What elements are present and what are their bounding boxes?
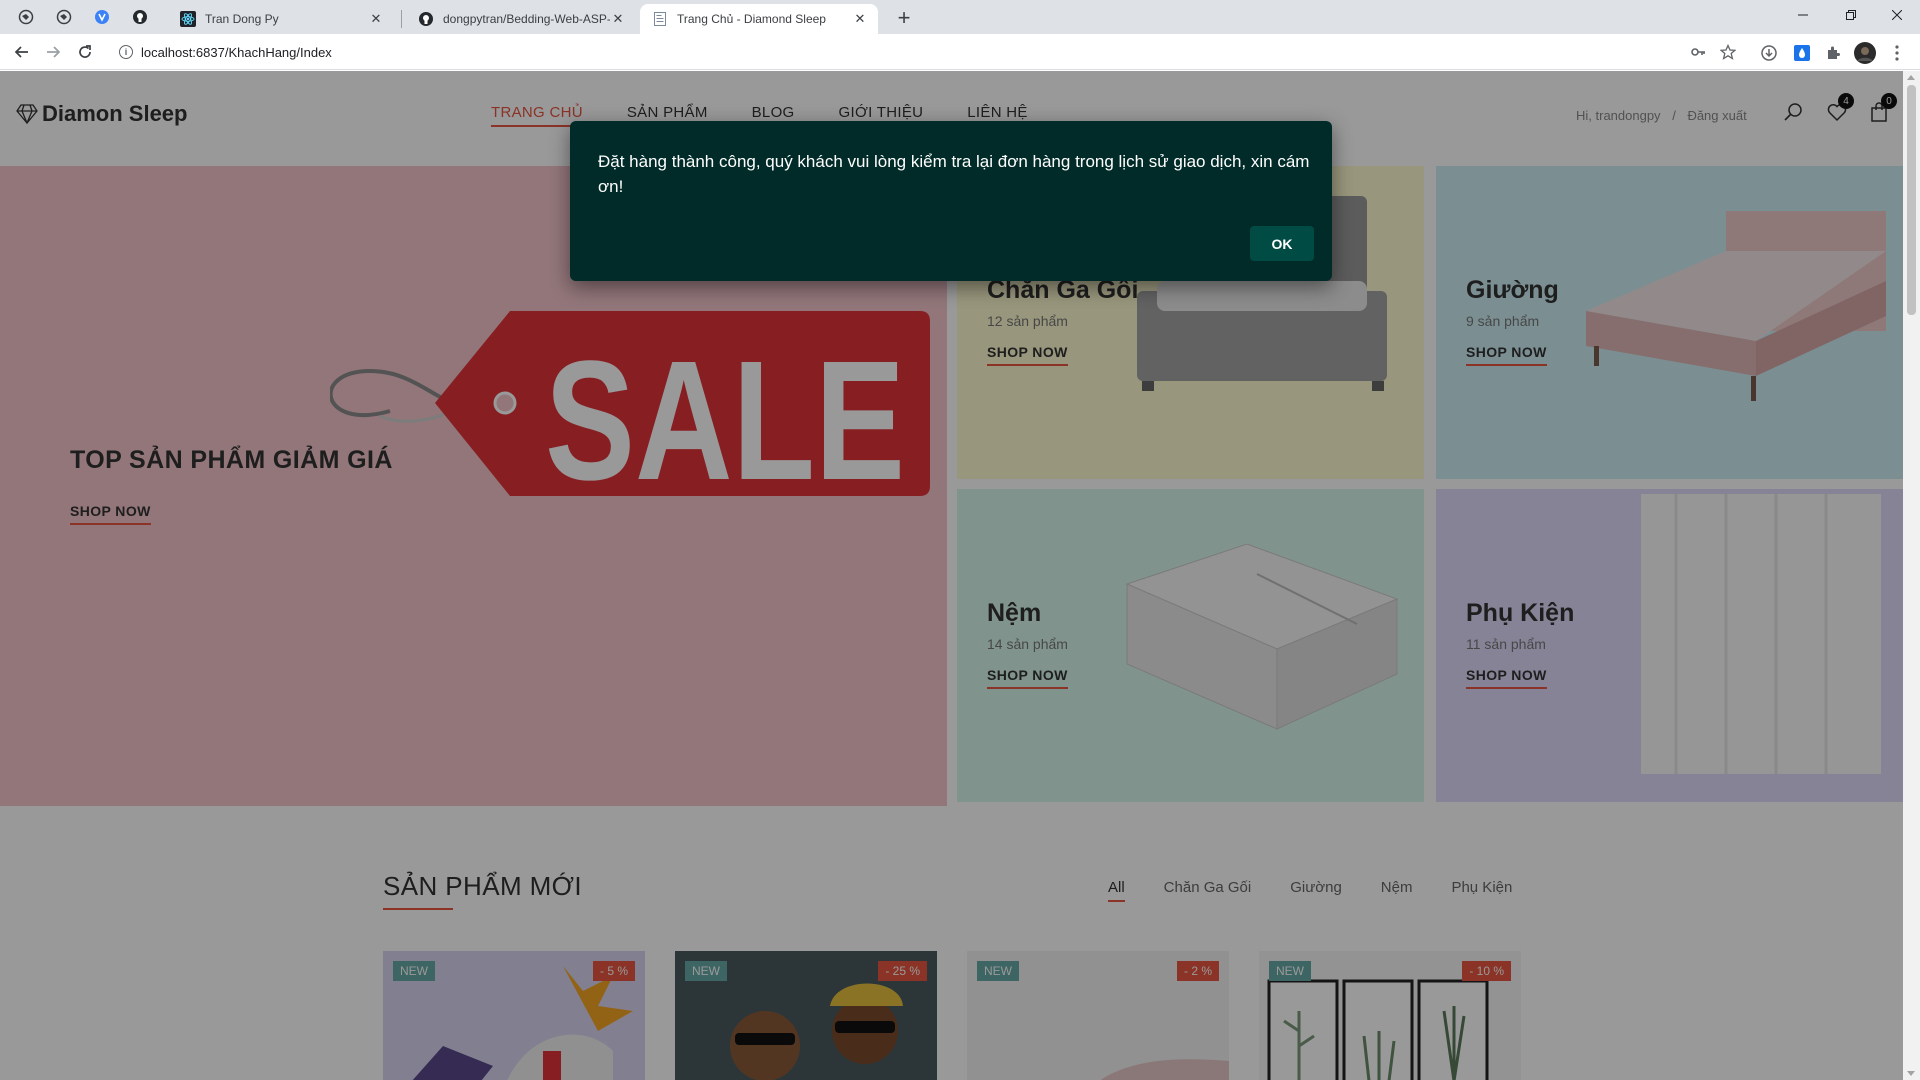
tab-close-icon[interactable]: ✕: [610, 11, 626, 27]
tab-title: Trang Chủ - Diamond Sleep: [677, 12, 826, 26]
forward-arrow-icon[interactable]: [41, 40, 65, 64]
tab-title: dongpytran/Bedding-Web-ASP-N: [443, 12, 610, 26]
info-icon[interactable]: i: [119, 45, 133, 59]
tab-github-repo[interactable]: dongpytran/Bedding-Web-ASP-N ✕: [406, 4, 636, 34]
browser-toolbar: i localhost:6837/KhachHang/Index: [0, 34, 1920, 70]
extensions-puzzle-icon[interactable]: [1822, 42, 1844, 64]
profile-avatar[interactable]: [1854, 42, 1876, 64]
window-close-icon[interactable]: [1874, 0, 1920, 30]
restore-icon[interactable]: [1828, 0, 1874, 30]
tab-close-icon[interactable]: ✕: [368, 11, 384, 27]
browser-tab-bar: Tran Dong Py ✕ dongpytran/Bedding-Web-AS…: [0, 0, 1920, 34]
pinned-tab-github-icon[interactable]: [128, 6, 152, 28]
extension-download-icon[interactable]: [1758, 42, 1780, 64]
back-arrow-icon[interactable]: [10, 40, 34, 64]
react-icon: [180, 11, 196, 27]
pinned-tab-globe-icon[interactable]: [14, 6, 38, 28]
tab-separator: [401, 10, 402, 28]
scroll-down-arrow-icon[interactable]: [1907, 1071, 1915, 1076]
url-text: localhost:6837/KhachHang/Index: [141, 44, 332, 60]
tab-trang-chu[interactable]: Trang Chủ - Diamond Sleep ✕: [640, 4, 878, 34]
github-icon: [418, 11, 434, 27]
pinned-tab-globe-icon[interactable]: [52, 6, 76, 28]
tab-tran-dong-py[interactable]: Tran Dong Py ✕: [168, 4, 394, 34]
extension-blue-icon[interactable]: [1791, 42, 1813, 64]
scroll-up-arrow-icon[interactable]: [1907, 75, 1915, 80]
key-icon[interactable]: [1688, 42, 1708, 62]
tab-close-icon[interactable]: ✕: [852, 11, 868, 27]
order-success-dialog: Đặt hàng thành công, quý khách vui lòng …: [570, 121, 1332, 281]
tab-title: Tran Dong Py: [205, 12, 279, 26]
page-icon: [652, 11, 668, 27]
browser-menu-icon[interactable]: [1886, 42, 1908, 64]
new-tab-button[interactable]: +: [890, 4, 918, 32]
bookmark-star-icon[interactable]: [1718, 42, 1738, 62]
reload-icon[interactable]: [73, 40, 97, 64]
page-scrollbar[interactable]: [1903, 71, 1920, 1080]
web-page: Diamon Sleep TRANG CHỦ SẢN PHẨM BLOG GIỚ…: [0, 71, 1903, 1080]
dialog-message: Đặt hàng thành công, quý khách vui lòng …: [598, 152, 1310, 196]
pinned-tab-vscode-icon[interactable]: [90, 6, 114, 28]
minimize-icon[interactable]: [1780, 0, 1826, 30]
address-bar[interactable]: i localhost:6837/KhachHang/Index: [108, 38, 1728, 66]
ok-button[interactable]: OK: [1250, 226, 1314, 261]
scrollbar-thumb[interactable]: [1907, 85, 1916, 315]
